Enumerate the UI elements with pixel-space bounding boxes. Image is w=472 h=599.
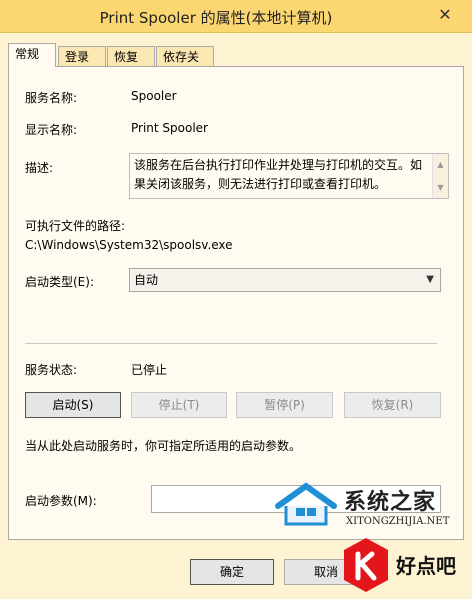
watermark-haodianba: 好点吧 [338,534,472,599]
watermark-url: XITONGZHIJIA.NET [346,516,450,527]
scroll-up-icon[interactable]: ▲ [436,155,445,174]
scroll-down-icon[interactable]: ▼ [436,178,445,197]
tab-logon[interactable]: 登录 [58,46,106,66]
close-button[interactable]: ✕ [430,3,460,27]
tab-general[interactable]: 常规 [8,43,56,67]
startup-type-select[interactable]: 自动 ▼ [129,268,441,292]
title-bar: Print Spooler 的属性(本地计算机) ✕ [0,0,472,33]
chevron-down-icon: ▼ [426,274,434,285]
watermark-title-2: 好点吧 [396,554,456,578]
description-text: 该服务在后台执行打印作业并处理与打印机的交互。如果关闭该服务，则无法进行打印或查… [134,158,423,191]
exe-path-value: C:\Windows\System32\spoolsv.exe [25,238,233,252]
display-name-label: 显示名称: [25,123,78,137]
service-status-label: 服务状态: [25,363,78,377]
display-name-value: Print Spooler [131,121,208,135]
start-params-label: 启动参数(M): [25,494,97,508]
section-divider [25,343,437,344]
tab-recovery[interactable]: 恢复 [107,46,155,66]
service-name-label: 服务名称: [25,91,78,105]
description-label: 描述: [25,161,54,175]
startup-type-label: 启动类型(E): [25,275,94,289]
start-button[interactable]: 启动(S) [25,392,121,418]
description-scrollbar[interactable]: ▲ ▼ [432,154,448,198]
start-params-hint: 当从此处启动服务时，你可指定所适用的启动参数。 [25,439,302,453]
window-title: Print Spooler 的属性(本地计算机) [99,9,333,27]
watermark-xitongzhijia: 系统之家 XITONGZHIJIA.NET [272,476,472,536]
close-icon: ✕ [438,5,452,24]
house-logo-icon [275,482,337,526]
service-name-value: Spooler [131,89,177,103]
ok-button[interactable]: 确定 [190,559,274,585]
watermark-title: 系统之家 [344,489,437,515]
service-status-value: 已停止 [131,363,168,377]
haodianba-logo-icon [344,538,388,592]
stop-button[interactable]: 停止(T) [131,392,227,418]
startup-type-value: 自动 [134,273,159,287]
pause-button[interactable]: 暂停(P) [236,392,333,418]
resume-button[interactable]: 恢复(R) [344,392,441,418]
tab-dependencies[interactable]: 依存关系 [156,46,214,84]
exe-path-label: 可执行文件的路径: [25,219,126,233]
general-panel: 服务名称: Spooler 显示名称: Print Spooler 描述: 该服… [8,66,464,540]
description-textbox[interactable]: 该服务在后台执行打印作业并处理与打印机的交互。如果关闭该服务，则无法进行打印或查… [129,153,449,199]
